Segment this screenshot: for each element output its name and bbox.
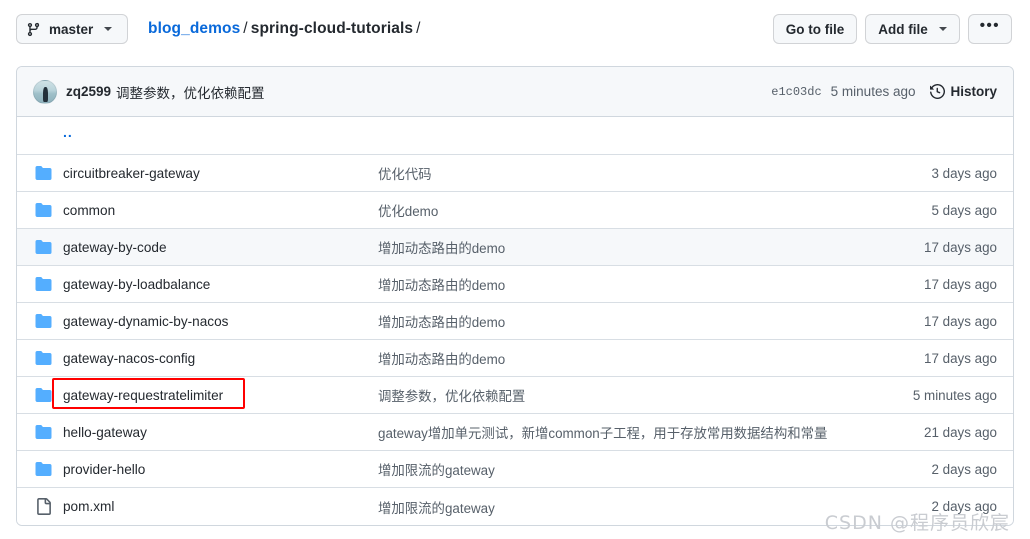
commit-time-cell: 3 days ago [867,166,997,181]
file-name-cell[interactable]: pom.xml [63,499,378,514]
commit-message-cell[interactable]: 增加动态路由的demo [378,311,867,331]
folder-icon [33,239,63,255]
commit-time-cell: 5 days ago [867,203,997,218]
table-row[interactable]: hello-gateway gateway增加单元测试，新增common子工程，用… [17,414,1013,451]
commit-message[interactable]: 调整参数，优化依赖配置 [116,82,265,102]
table-row[interactable]: gateway-nacos-config 增加动态路由的demo17 days a… [17,340,1013,377]
commit-author[interactable]: zq2599 [66,84,111,99]
chevron-down-icon [104,27,112,31]
file-name-link[interactable]: gateway-nacos-config [63,351,195,366]
file-name-link[interactable]: provider-hello [63,462,145,477]
commit-time-cell: 2 days ago [867,462,997,477]
file-name-link[interactable]: gateway-by-code [63,240,167,255]
commit-message-cell[interactable]: 增加动态路由的demo [378,348,867,368]
avatar [33,80,57,104]
table-row[interactable]: provider-hello 增加限流的gateway2 days ago [17,451,1013,488]
kebab-horizontal-icon: ••• [980,20,1000,32]
watermark: CSDN @程序员欣宸 [825,508,1010,535]
commit-message-cell[interactable]: 增加限流的gateway [378,459,867,479]
add-file-button[interactable]: Add file [865,14,960,44]
go-to-file-button[interactable]: Go to file [773,14,858,44]
file-name-cell[interactable]: circuitbreaker-gateway [63,166,378,181]
file-name-link[interactable]: circuitbreaker-gateway [63,166,200,181]
table-row[interactable]: gateway-dynamic-by-nacos 增加动态路由的demo17 da… [17,303,1013,340]
commit-sha[interactable]: e1c03dc [771,85,821,99]
commit-message-cell[interactable]: 增加动态路由的demo [378,237,867,257]
table-row[interactable]: gateway-by-code 增加动态路由的demo17 days ago [17,229,1013,266]
breadcrumb-repo-name[interactable]: spring-cloud-tutorials [251,20,413,37]
commit-time-cell: 21 days ago [867,425,997,440]
breadcrumb: blog_demos/spring-cloud-tutorials/ [148,20,424,38]
history-label: History [950,84,997,99]
chevron-down-icon [939,27,947,31]
git-branch-icon [26,22,41,37]
commit-time-cell: 17 days ago [867,277,997,292]
commit-message-cell[interactable]: 增加限流的gateway [378,497,867,517]
file-name-cell[interactable]: gateway-nacos-config [63,351,378,366]
file-name-cell[interactable]: gateway-by-code [63,240,378,255]
breadcrumb-separator-1: / [243,20,247,37]
parent-directory-name[interactable]: .. [63,128,378,143]
file-name-cell[interactable]: gateway-dynamic-by-nacos [63,314,378,329]
table-row[interactable]: gateway-by-loadbalance 增加动态路由的demo17 days… [17,266,1013,303]
table-row[interactable]: circuitbreaker-gateway 优化代码3 days ago [17,155,1013,192]
file-name-cell[interactable]: gateway-by-loadbalance [63,277,378,292]
more-options-button[interactable]: ••• [968,14,1012,44]
branch-name-label: master [49,22,93,37]
commit-time: 5 minutes ago [831,84,916,99]
file-name-link[interactable]: hello-gateway [63,425,147,440]
commit-time-cell: 17 days ago [867,314,997,329]
commit-meta: e1c03dc 5 minutes ago History [771,84,997,99]
commit-message-cell[interactable]: 增加动态路由的demo [378,274,867,294]
commit-time-cell: 17 days ago [867,240,997,255]
branch-selector-button[interactable]: master [16,14,128,44]
file-name-cell[interactable]: common [63,203,378,218]
file-name-link[interactable]: gateway-requestratelimiter [63,388,223,403]
file-name-link[interactable]: pom.xml [63,499,114,514]
file-name-link[interactable]: gateway-dynamic-by-nacos [63,314,228,329]
commit-message-cell[interactable]: 调整参数，优化依赖配置 [378,385,867,405]
file-name-cell[interactable]: provider-hello [63,462,378,477]
commit-time-cell: 17 days ago [867,351,997,366]
commit-message-cell[interactable]: gateway增加单元测试，新增common子工程，用于存放常用数据结构和常量 [378,422,867,442]
history-clock-icon [930,84,945,99]
commit-message-cell[interactable]: 优化demo [378,200,867,220]
folder-icon [33,424,63,440]
folder-icon [33,165,63,181]
file-icon [33,498,63,515]
file-name-link[interactable]: gateway-by-loadbalance [63,277,210,292]
folder-icon [33,313,63,329]
table-row[interactable]: gateway-requestratelimiter 调整参数，优化依赖配置5 m… [17,377,1013,414]
folder-icon [33,387,63,403]
breadcrumb-separator-2: / [416,20,420,37]
repo-toolbar: master blog_demos/spring-cloud-tutorials… [0,0,1030,58]
parent-directory-row[interactable]: .. [17,117,1013,155]
file-listing-box: zq2599 调整参数，优化依赖配置 e1c03dc 5 minutes ago… [16,66,1014,526]
go-to-file-label: Go to file [786,22,845,37]
folder-icon [33,461,63,477]
github-file-browser: master blog_demos/spring-cloud-tutorials… [0,0,1030,539]
file-rows: circuitbreaker-gateway 优化代码3 days ago comm… [17,155,1013,525]
history-link[interactable]: History [930,84,997,99]
folder-icon [33,202,63,218]
file-name-cell[interactable]: gateway-requestratelimiter [63,388,378,403]
toolbar-actions: Go to file Add file ••• [773,14,1012,44]
folder-icon [33,276,63,292]
parent-directory-label[interactable]: .. [63,128,73,136]
file-name-link[interactable]: common [63,203,115,218]
commit-message-cell[interactable]: 优化代码 [378,163,867,183]
table-row[interactable]: common 优化demo5 days ago [17,192,1013,229]
latest-commit-header: zq2599 调整参数，优化依赖配置 e1c03dc 5 minutes ago… [17,67,1013,117]
file-name-cell[interactable]: hello-gateway [63,425,378,440]
add-file-label: Add file [878,22,928,37]
breadcrumb-repo-owner[interactable]: blog_demos [148,20,240,37]
commit-time-cell: 5 minutes ago [867,388,997,403]
folder-icon [33,350,63,366]
